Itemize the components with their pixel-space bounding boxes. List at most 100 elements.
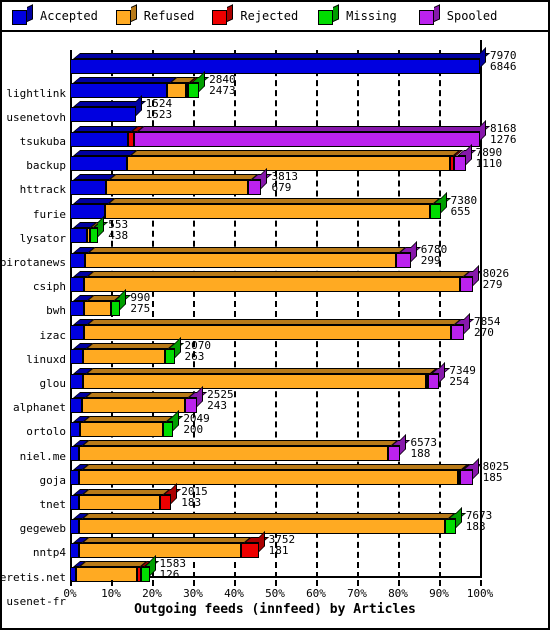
bar-row[interactable]: 3813 679 (70, 168, 480, 199)
x-tick (357, 580, 359, 586)
bar-segment-refused[interactable] (79, 446, 389, 462)
bar-value-accepted: 438 (108, 229, 129, 243)
bar-segment-accepted[interactable] (70, 131, 128, 147)
bar-value-labels: 7673 183 (466, 510, 493, 532)
bar-value-accepted: 181 (268, 544, 289, 557)
x-tick (152, 580, 154, 586)
bar-segment-refused[interactable] (106, 180, 248, 195)
bar-segment-spooled[interactable] (427, 373, 440, 389)
bar-segment-accepted[interactable] (70, 422, 81, 437)
bar-segment-refused[interactable] (80, 422, 164, 437)
bar-segment-refused[interactable] (166, 83, 186, 99)
bar-segment-spooled[interactable] (247, 180, 262, 195)
legend-rejected[interactable]: Rejected (212, 4, 298, 25)
bar-segment-refused[interactable] (79, 518, 446, 534)
legend-missing[interactable]: Missing (318, 4, 397, 25)
bar-segment-spooled[interactable] (450, 325, 464, 341)
bar-value-accepted: 6846 (490, 60, 517, 73)
bar-segment-accepted[interactable] (70, 470, 80, 486)
bar-segment-refused[interactable] (79, 543, 241, 558)
bar-row[interactable]: 2525 243 (70, 385, 480, 417)
bar-segment-spooled[interactable] (453, 155, 466, 171)
bar-row[interactable]: 7349 254 (70, 361, 480, 393)
bar-segment-refused[interactable] (82, 397, 185, 413)
bar-segment-refused[interactable] (84, 252, 396, 268)
bar-segment-accepted[interactable] (70, 373, 83, 389)
legend-spooled[interactable]: Spooled (418, 4, 498, 25)
bar-row[interactable]: 7380 655 (70, 192, 480, 223)
legend-label: Spooled (446, 9, 498, 23)
bar-segment-missing[interactable] (163, 422, 174, 437)
bar-segment-refused[interactable] (79, 494, 161, 510)
bar-segment-accepted[interactable] (70, 349, 84, 365)
bar-segment-accepted[interactable] (70, 301, 84, 316)
bar-segment-spooled[interactable] (460, 276, 473, 292)
bar-segment-accepted[interactable] (70, 252, 85, 268)
bar-segment-spooled[interactable] (133, 131, 480, 147)
bar-value-labels: 1524 1523 (146, 98, 173, 120)
bar-segment-missing[interactable] (188, 83, 200, 99)
legend-refused[interactable]: Refused (115, 4, 194, 25)
y-axis-label: ortolo (26, 425, 66, 439)
bar-row[interactable]: 7970 6846 (70, 47, 517, 78)
bar-segment-spooled[interactable] (460, 470, 473, 486)
bar-segment-top-face (109, 174, 259, 180)
bar-row[interactable]: 990 275 (70, 289, 480, 320)
x-axis-title: Outgoing feeds (innfeed) by Articles (134, 602, 416, 617)
bar-row[interactable]: 553 438 (70, 216, 480, 247)
bar-segment-accepted[interactable] (70, 155, 127, 171)
bar-segment-accepted[interactable] (70, 83, 167, 99)
bar-row[interactable]: 3752 181 (70, 531, 480, 562)
bar-row[interactable]: 1524 1523 (70, 95, 480, 126)
bar-segment-accepted[interactable] (70, 107, 136, 123)
bar-value-labels: 7349 254 (449, 365, 476, 387)
bar-segment-refused[interactable] (83, 301, 111, 316)
bar-segment-missing[interactable] (429, 204, 441, 220)
bar-segment-accepted[interactable] (70, 59, 480, 74)
bar-row[interactable]: 8168 1276 (70, 119, 517, 151)
x-tick-label: 0% (63, 587, 77, 600)
bar-segment-spooled[interactable] (388, 446, 401, 462)
bar-value-labels: 2049 200 (183, 413, 210, 435)
bar-end-cap (120, 289, 127, 310)
bar-row[interactable]: 7854 270 (70, 313, 501, 344)
legend-swatch-face (318, 10, 334, 25)
bar-segment-accepted[interactable] (70, 228, 87, 244)
bar-row[interactable]: 6573 188 (70, 434, 480, 465)
bar-segment-accepted[interactable] (70, 446, 80, 462)
bar-segment-accepted[interactable] (70, 518, 80, 534)
bar-segment-accepted[interactable] (70, 276, 84, 292)
bar-segment-spooled[interactable] (184, 397, 198, 413)
bar-segment-rejected[interactable] (240, 543, 259, 558)
bar-segment-accepted[interactable] (70, 397, 83, 413)
bar-segment-accepted[interactable] (70, 180, 107, 195)
bar-row[interactable]: 2015 183 (70, 482, 480, 514)
bar-segment-rejected[interactable] (160, 494, 172, 510)
bar-segment-refused[interactable] (82, 373, 427, 389)
bar-row[interactable]: 2070 263 (70, 337, 480, 368)
bar-segment-accepted[interactable] (70, 543, 80, 558)
bar-segment-accepted[interactable] (70, 204, 106, 220)
bar-segment-missing[interactable] (445, 518, 456, 534)
bar-row[interactable]: 6780 299 (70, 240, 480, 272)
bar-segment-accepted[interactable] (70, 325, 84, 341)
legend-accepted[interactable]: Accepted (12, 4, 98, 25)
bar-segment-missing[interactable] (110, 301, 121, 316)
bar-row[interactable]: 2840 2473 (70, 71, 480, 102)
bar-end-cap (439, 361, 446, 383)
bar-segment-refused[interactable] (126, 155, 451, 171)
y-axis-label: glou (39, 376, 67, 390)
bar-row[interactable]: 8025 185 (70, 458, 509, 489)
bar-value-labels: 2070 263 (185, 340, 212, 362)
bar-segment-accepted[interactable] (70, 494, 80, 510)
bar-segment-refused[interactable] (79, 470, 459, 486)
bar-segment-refused[interactable] (105, 204, 430, 220)
bar-value-labels: 8026 279 (483, 268, 510, 290)
bar-segment-refused[interactable] (83, 349, 166, 365)
bar-segment-spooled[interactable] (395, 252, 411, 268)
bar-value-accepted: 679 (271, 181, 292, 194)
bar-segment-refused[interactable] (83, 325, 451, 341)
bar-end-cap (400, 434, 407, 456)
bar-segment-refused[interactable] (83, 276, 461, 292)
bar-segment-missing[interactable] (165, 349, 175, 365)
